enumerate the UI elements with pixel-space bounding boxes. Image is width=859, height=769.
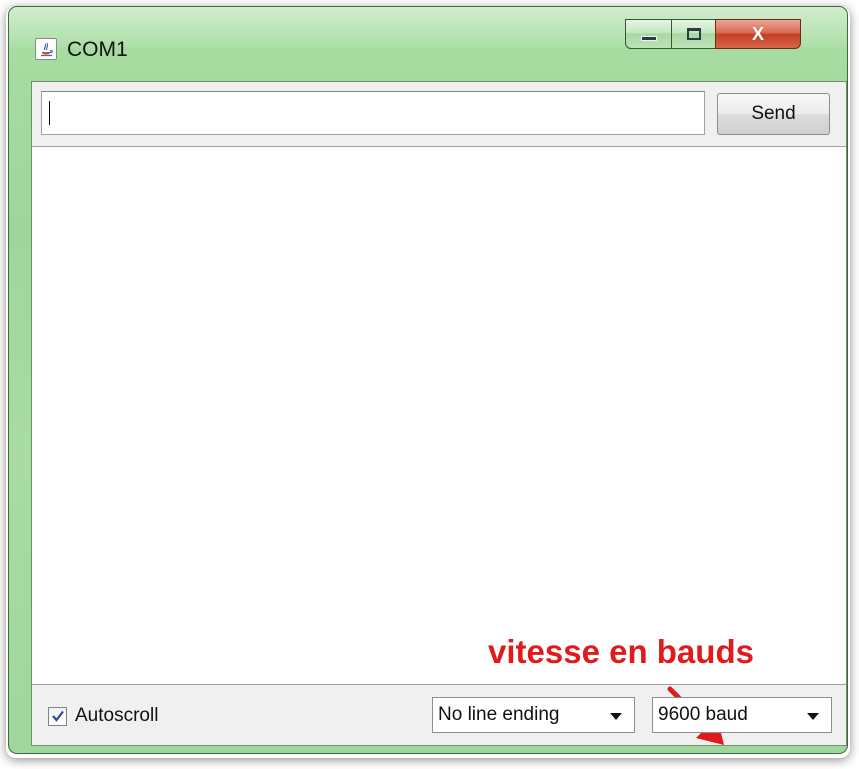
status-bar: Autoscroll No line ending 9600 baud — [32, 685, 846, 745]
baud-rate-select[interactable]: 9600 baud — [652, 697, 832, 733]
autoscroll-option[interactable]: Autoscroll — [48, 705, 158, 727]
send-button[interactable]: Send — [717, 93, 830, 135]
annotation-label: vitesse en bauds — [488, 633, 754, 670]
close-icon: X — [751, 23, 764, 44]
serial-monitor-window: COM1 X Send vitesse en bauds Autoscroll … — [8, 6, 848, 754]
minimize-icon — [640, 35, 657, 41]
line-ending-value: No line ending — [438, 704, 560, 725]
autoscroll-label: Autoscroll — [75, 705, 159, 726]
line-ending-select[interactable]: No line ending — [432, 697, 635, 733]
serial-output-area[interactable]: vitesse en bauds — [32, 146, 846, 745]
chevron-down-icon — [610, 713, 622, 720]
client-area: Send vitesse en bauds Autoscroll No line… — [31, 81, 847, 746]
window-controls: X — [625, 19, 835, 53]
close-button[interactable]: X — [715, 19, 801, 49]
title-bar[interactable]: COM1 X — [9, 7, 847, 77]
checkmark-icon — [51, 710, 64, 722]
send-row: Send — [32, 82, 846, 146]
serial-send-input[interactable] — [41, 91, 705, 135]
java-cup-icon — [35, 38, 57, 60]
maximize-button[interactable] — [671, 19, 715, 49]
maximize-icon — [686, 28, 701, 40]
text-caret — [49, 101, 50, 125]
chevron-down-icon — [807, 713, 819, 720]
autoscroll-checkbox[interactable] — [48, 706, 67, 726]
minimize-button[interactable] — [625, 19, 671, 49]
baud-rate-value: 9600 baud — [658, 704, 748, 725]
window-title: COM1 — [67, 38, 128, 61]
